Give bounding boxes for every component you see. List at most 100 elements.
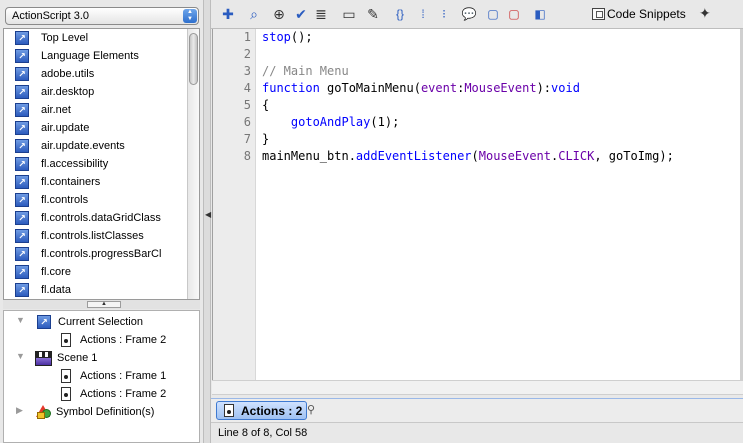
code-token: (: [471, 149, 479, 163]
expand-all-icon[interactable]: ⁝: [435, 5, 453, 23]
code-line-6: gotoAndPlay(1);: [262, 114, 399, 131]
code-token: , goToImg);: [594, 149, 674, 163]
package-list-scroll-thumb[interactable]: [189, 33, 198, 85]
tree-item-current-selection[interactable]: ↗ Current Selection: [37, 313, 143, 331]
debug-options-icon[interactable]: ✎: [364, 5, 382, 23]
line-number-gutter: 1 2 3 4 5 6 7 8: [213, 29, 256, 380]
script-navigator: ▼ ↗ Current Selection Actions : Frame 2 …: [3, 310, 200, 443]
disclosure-triangle-icon[interactable]: ▶: [16, 405, 23, 416]
target-path-icon[interactable]: ⊕: [270, 5, 288, 23]
code-line-5: {: [262, 97, 269, 114]
package-item-label: air.desktop: [41, 86, 95, 98]
pin-script-icon[interactable]: ⚲: [307, 404, 321, 417]
tab-actions-2[interactable]: Actions : 2: [216, 401, 307, 420]
current-selection-icon: ↗: [37, 315, 51, 329]
line-number: 3: [243, 64, 251, 78]
tab-label: Actions : 2: [241, 403, 303, 418]
disclosure-triangle-icon[interactable]: ▼: [16, 315, 25, 325]
package-item-fl-containers[interactable]: ↗ fl.containers: [4, 173, 188, 191]
tree-item-label: Symbol Definition(s): [56, 406, 155, 418]
line-number: 7: [243, 132, 251, 146]
package-item-label: air.update.events: [41, 140, 125, 152]
tree-item-scene-frame-2[interactable]: Actions : Frame 2: [61, 385, 166, 403]
package-item-top-level[interactable]: ↗ Top Level: [4, 29, 188, 47]
package-item-label: fl.controls.listClasses: [41, 230, 144, 242]
code-token: mainMenu_btn.: [262, 149, 356, 163]
package-book-icon: ↗: [15, 139, 29, 153]
code-line-8: mainMenu_btn.addEventListener(MouseEvent…: [262, 148, 674, 165]
package-item-fl-controls[interactable]: ↗ fl.controls: [4, 191, 188, 209]
collapse-selection-icon[interactable]: ⁞: [414, 5, 432, 23]
code-comment: // Main Menu: [262, 64, 349, 78]
package-item-fl-accessibility[interactable]: ↗ fl.accessibility: [4, 155, 188, 173]
tree-item-label: Current Selection: [58, 316, 143, 328]
tree-item-label: Scene 1: [57, 352, 98, 364]
code-token: (1);: [370, 115, 400, 129]
code-snippets-button[interactable]: Code Snippets: [592, 7, 686, 21]
code-token: event: [420, 81, 458, 95]
line-number: 2: [243, 47, 251, 61]
package-item-adobe-utils[interactable]: ↗ adobe.utils: [4, 65, 188, 83]
package-item-fl-controls-listclasses[interactable]: ↗ fl.controls.listClasses: [4, 227, 188, 245]
apply-line-comment-icon[interactable]: ▢: [484, 5, 502, 23]
remove-comment-icon[interactable]: ▢: [505, 5, 523, 23]
code-line-4: function goToMainMenu(event:MouseEvent):…: [262, 80, 580, 97]
code-type: MouseEvent: [464, 81, 537, 95]
code-token: gotoAndPlay: [290, 115, 371, 129]
tree-item-label: Actions : Frame 2: [80, 388, 167, 400]
code-line-3: // Main Menu: [262, 63, 349, 80]
package-item-fl-core[interactable]: ↗ fl.core: [4, 263, 188, 281]
collapse-left-arrow-icon[interactable]: ◀: [205, 210, 211, 219]
disclosure-triangle-icon[interactable]: ▼: [16, 351, 25, 361]
package-item-label: air.net: [41, 104, 71, 116]
package-item-air-update-events[interactable]: ↗ air.update.events: [4, 137, 188, 155]
frame-script-icon: [224, 404, 234, 417]
show-hide-toolbox-icon[interactable]: ◧: [531, 5, 549, 23]
package-book-icon: ↗: [15, 49, 29, 63]
tree-item-label: Actions : Frame 2: [80, 334, 167, 346]
package-list-scrollbar[interactable]: [187, 29, 199, 299]
find-icon[interactable]: ⌕: [245, 5, 263, 23]
code-type: MouseEvent: [478, 149, 551, 163]
collapse-between-braces-icon[interactable]: {}: [391, 5, 409, 23]
package-item-fl-controls-datagridclass[interactable]: ↗ fl.controls.dataGridClass: [4, 209, 188, 227]
add-statement-icon[interactable]: ✚: [219, 5, 237, 23]
line-number: 1: [243, 30, 251, 44]
code-line-1: stop();: [262, 29, 313, 46]
toolbox-splitter[interactable]: ▲: [3, 300, 200, 309]
editor-horizontal-scrollbar[interactable]: [212, 380, 743, 395]
frame-script-icon: [61, 333, 71, 347]
script-assist-icon[interactable]: ✦: [699, 5, 711, 22]
tree-item-label: Actions : Frame 1: [80, 370, 167, 382]
tree-item-current-frame[interactable]: Actions : Frame 2: [61, 331, 166, 349]
package-book-icon: ↗: [15, 265, 29, 279]
splitter-grip-icon[interactable]: ▲: [87, 301, 121, 308]
actionscript-version-select[interactable]: ActionScript 3.0 ▲ ▼: [5, 7, 199, 25]
package-book-icon: ↗: [15, 121, 29, 135]
symbol-definitions-icon: [36, 405, 52, 419]
status-bar: Line 8 of 8, Col 58: [211, 422, 743, 443]
code-hint-icon[interactable]: ▭: [340, 5, 358, 23]
apply-block-comment-icon[interactable]: 💬: [460, 5, 478, 23]
check-syntax-icon[interactable]: ✔: [292, 5, 310, 23]
package-item-label: fl.controls.progressBarCl: [41, 248, 162, 260]
code-keyword: void: [551, 81, 580, 95]
package-item-air-desktop[interactable]: ↗ air.desktop: [4, 83, 188, 101]
tree-item-scene-frame-1[interactable]: Actions : Frame 1: [61, 367, 166, 385]
pane-divider[interactable]: ◀: [203, 0, 211, 443]
package-item-air-net[interactable]: ↗ air.net: [4, 101, 188, 119]
package-item-language-elements[interactable]: ↗ Language Elements: [4, 47, 188, 65]
package-item-label: adobe.utils: [41, 68, 95, 80]
package-item-label: fl.controls.dataGridClass: [41, 212, 161, 224]
tree-item-symbol-definitions[interactable]: Symbol Definition(s): [36, 403, 154, 421]
package-item-air-update[interactable]: ↗ air.update: [4, 119, 188, 137]
frame-script-icon: [61, 369, 71, 383]
code-token: ();: [290, 30, 313, 44]
auto-format-icon[interactable]: ≣: [312, 5, 330, 23]
tree-item-scene[interactable]: Scene 1: [35, 349, 97, 367]
package-item-fl-data[interactable]: ↗ fl.data: [4, 281, 188, 299]
package-item-fl-controls-progressbarcl[interactable]: ↗ fl.controls.progressBarCl: [4, 245, 188, 263]
cursor-position-status: Line 8 of 8, Col 58: [218, 427, 308, 439]
code-editor[interactable]: 1 2 3 4 5 6 7 8 stop(); // Main Menu fun…: [212, 29, 740, 380]
